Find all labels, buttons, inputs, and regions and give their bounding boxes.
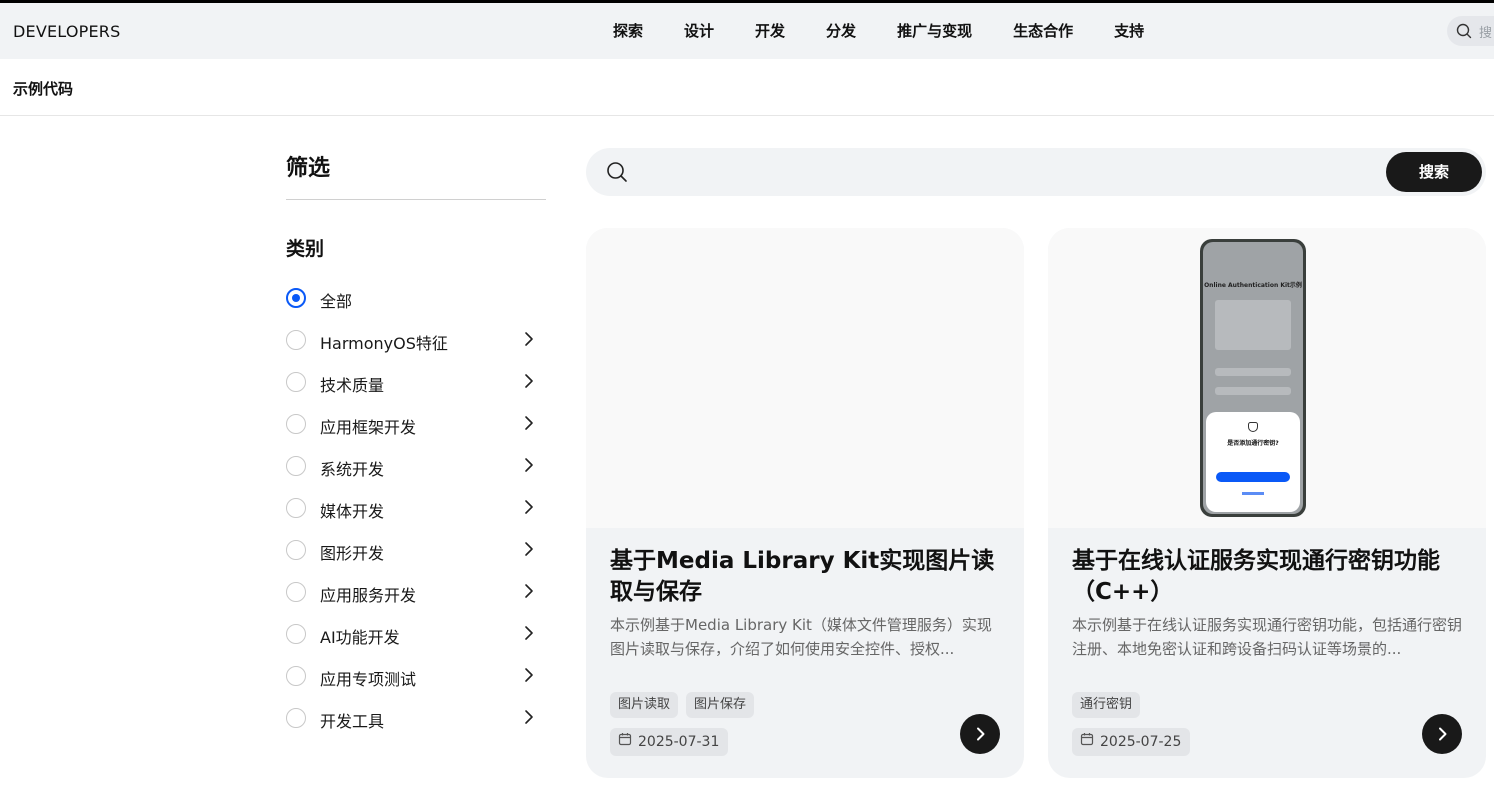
category-radio[interactable]: [286, 288, 306, 308]
card-date: 2025-07-31: [610, 728, 729, 756]
phone-screenshot-image: Online Authentication Kit示例 是否添加通行密钥?: [1200, 239, 1306, 517]
category-option[interactable]: 技术质量: [286, 369, 546, 411]
date-text: 2025-07-25: [1100, 734, 1182, 750]
category-label: 应用专项测试: [320, 670, 417, 689]
chevron-right-icon[interactable]: [522, 541, 536, 561]
category-option[interactable]: 图形开发: [286, 537, 546, 579]
sub-header: 示例代码: [0, 59, 1494, 116]
category-label: HarmonyOS特征: [320, 334, 448, 353]
category-label: 媒体开发: [320, 502, 385, 521]
nav-item-support[interactable]: 支持: [1114, 20, 1144, 41]
chevron-right-icon[interactable]: [522, 625, 536, 645]
category-option[interactable]: 系统开发: [286, 453, 546, 495]
category-radio[interactable]: [286, 498, 306, 518]
category-label: AI功能开发: [320, 628, 400, 647]
category-label: 应用框架开发: [320, 418, 417, 437]
calendar-icon: [618, 728, 632, 756]
chevron-right-icon[interactable]: [522, 583, 536, 603]
chevron-right-icon[interactable]: [522, 415, 536, 435]
category-option[interactable]: 开发工具: [286, 705, 546, 747]
card-tags: 通行密钥: [1072, 692, 1148, 718]
category-radio[interactable]: [286, 624, 306, 644]
chevron-right-icon[interactable]: [522, 331, 536, 351]
top-navbar: DEVELOPERS 探索 设计 开发 分发 推广与变现 生态合作 支持 搜: [0, 3, 1494, 59]
screenshot-dialog-title: 是否添加通行密钥?: [1227, 440, 1279, 447]
nav-item-design[interactable]: 设计: [684, 20, 714, 41]
category-list: 全部 HarmonyOS特征 技术质量应用框架开发 系统开发媒体开发图形开发应用服务开…: [286, 285, 546, 747]
category-label: 应用服务开发: [320, 586, 417, 605]
chevron-right-icon: [1439, 727, 1447, 741]
category-label: 全部: [320, 292, 353, 311]
category-option[interactable]: HarmonyOS特征: [286, 327, 546, 369]
card-tags: 图片读取 图片保存: [610, 692, 762, 718]
shield-icon: [1248, 422, 1258, 432]
category-radio[interactable]: [286, 330, 306, 350]
open-sample-button[interactable]: [1422, 714, 1462, 754]
tag[interactable]: 图片保存: [686, 692, 755, 718]
card-title[interactable]: 基于在线认证服务实现通行密钥功能（C++）: [1072, 546, 1462, 608]
category-radio[interactable]: [286, 666, 306, 686]
category-radio[interactable]: [286, 582, 306, 602]
filter-title: 筛选: [286, 156, 331, 181]
filter-divider: [286, 199, 546, 200]
chevron-right-icon[interactable]: [522, 457, 536, 477]
card-date: 2025-07-25: [1072, 728, 1191, 756]
category-label: 系统开发: [320, 460, 385, 479]
sample-card[interactable]: 基于Media Library Kit实现图片读取与保存 本示例基于Media …: [586, 228, 1024, 778]
sample-search-input[interactable]: 搜索: [586, 148, 1486, 196]
category-option[interactable]: 全部: [286, 285, 546, 327]
sample-card[interactable]: Online Authentication Kit示例 是否添加通行密钥? 基于…: [1048, 228, 1486, 778]
category-label: 开发工具: [320, 712, 385, 731]
category-option[interactable]: 应用专项测试: [286, 663, 546, 705]
category-radio[interactable]: [286, 540, 306, 560]
brand-logo[interactable]: DEVELOPERS: [13, 22, 120, 41]
screenshot-app-title: Online Authentication Kit示例: [1204, 282, 1302, 289]
open-sample-button[interactable]: [960, 714, 1000, 754]
category-title: 类别: [286, 238, 325, 260]
nav-item-develop[interactable]: 开发: [755, 20, 785, 41]
header-search-input[interactable]: 搜: [1447, 16, 1494, 46]
card-thumbnail: [586, 228, 1024, 528]
chevron-right-icon: [977, 727, 985, 741]
card-thumbnail: Online Authentication Kit示例 是否添加通行密钥?: [1048, 228, 1486, 528]
category-label: 图形开发: [320, 544, 385, 563]
chevron-right-icon[interactable]: [522, 499, 536, 519]
category-option[interactable]: 应用框架开发: [286, 411, 546, 453]
search-placeholder: 搜: [1479, 26, 1493, 41]
nav-item-explore[interactable]: 探索: [613, 20, 643, 41]
chevron-right-icon[interactable]: [522, 373, 536, 393]
card-description: 本示例基于在线认证服务实现通行密钥功能，包括通行密钥注册、本地免密认证和跨设备扫…: [1072, 616, 1462, 658]
tag[interactable]: 通行密钥: [1072, 692, 1141, 718]
category-radio[interactable]: [286, 372, 306, 392]
category-radio[interactable]: [286, 456, 306, 476]
search-icon: [1456, 23, 1472, 43]
category-radio[interactable]: [286, 708, 306, 728]
tag[interactable]: 图片读取: [610, 692, 679, 718]
screenshot-dialog: 是否添加通行密钥?: [1206, 412, 1300, 512]
chevron-right-icon[interactable]: [522, 667, 536, 687]
category-option[interactable]: AI功能开发: [286, 621, 546, 663]
card-description: 本示例基于Media Library Kit（媒体文件管理服务）实现图片读取与保…: [610, 616, 992, 658]
search-icon: [606, 161, 628, 187]
category-option[interactable]: 应用服务开发: [286, 579, 546, 621]
card-title[interactable]: 基于Media Library Kit实现图片读取与保存: [610, 546, 1000, 608]
page-title: 示例代码: [13, 80, 74, 98]
nav-item-promote[interactable]: 推广与变现: [897, 20, 972, 41]
date-text: 2025-07-31: [638, 734, 720, 750]
calendar-icon: [1080, 728, 1094, 756]
category-radio[interactable]: [286, 414, 306, 434]
category-option[interactable]: 媒体开发: [286, 495, 546, 537]
nav-item-ecosystem[interactable]: 生态合作: [1013, 20, 1073, 41]
main-nav: 探索 设计 开发 分发 推广与变现 生态合作 支持: [613, 20, 1185, 41]
category-label: 技术质量: [320, 376, 385, 395]
chevron-right-icon[interactable]: [522, 709, 536, 729]
search-button[interactable]: 搜索: [1386, 152, 1482, 192]
nav-item-distribute[interactable]: 分发: [826, 20, 856, 41]
